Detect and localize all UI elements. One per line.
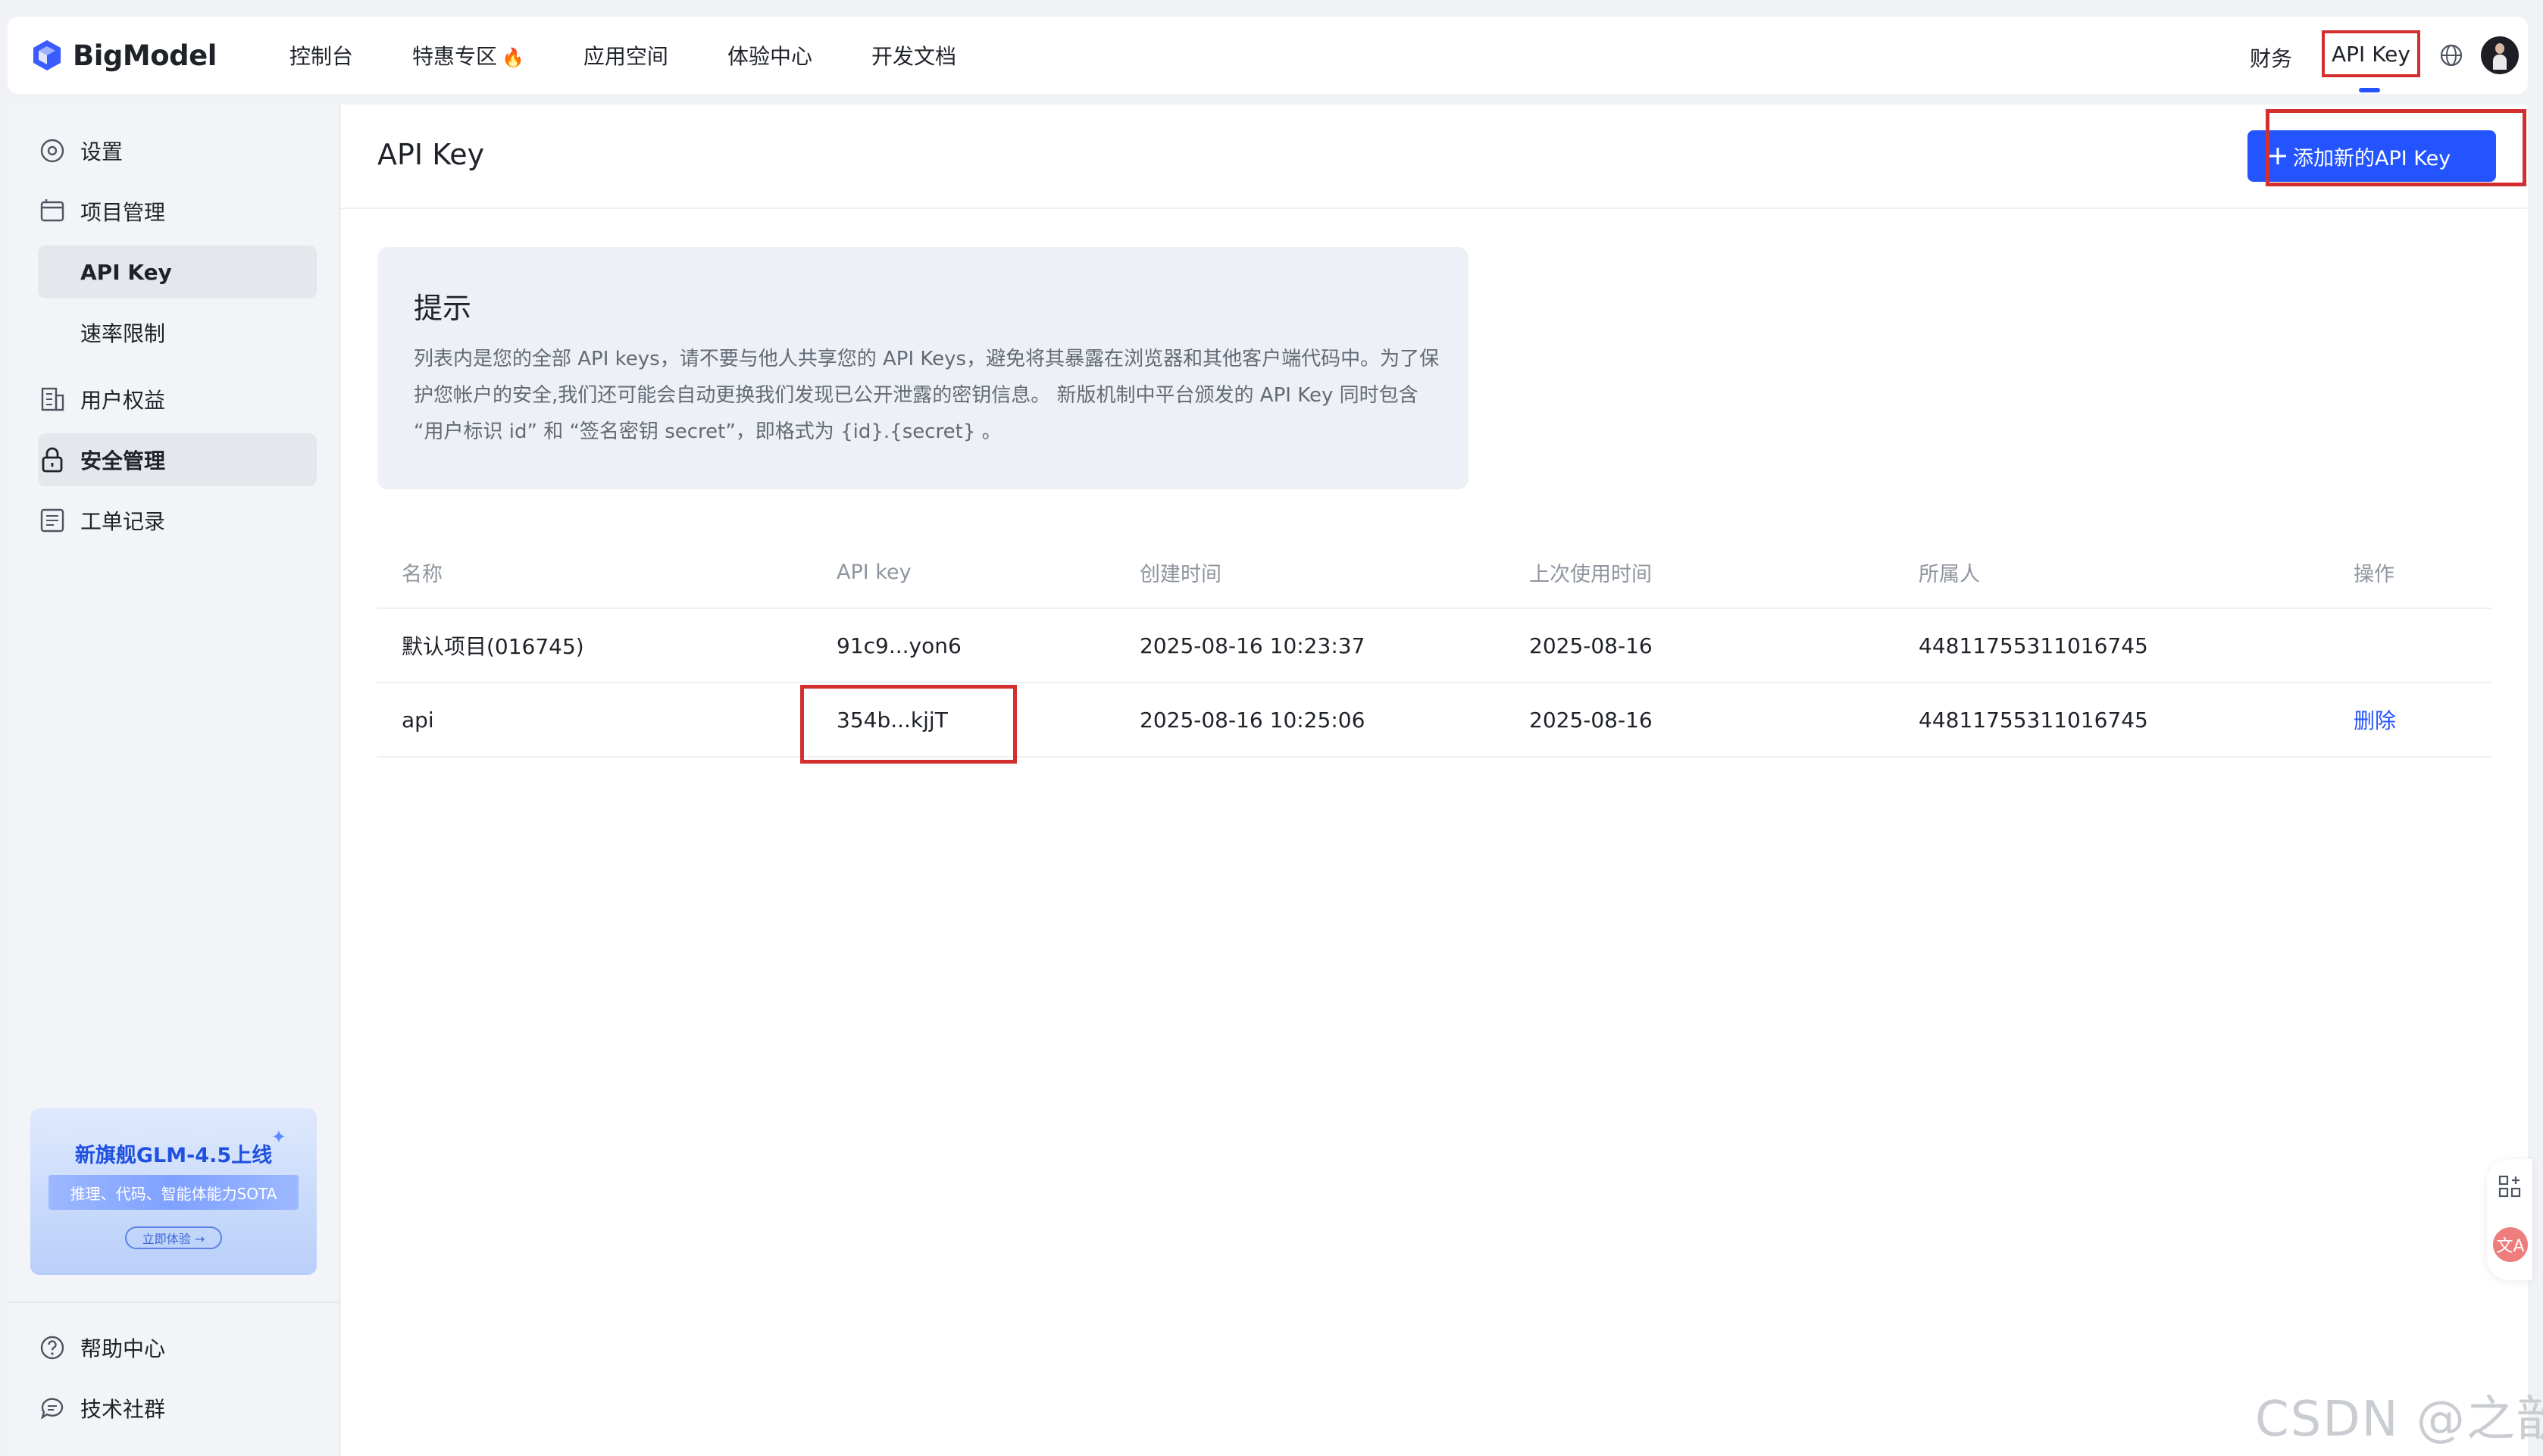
sidebar-item-security[interactable]: 安全管理 — [38, 433, 165, 486]
active-nav-indicator — [2359, 88, 2380, 92]
cell-last-used: 2025-08-16 — [1529, 707, 1653, 733]
cell-last-used: 2025-08-16 — [1529, 633, 1653, 658]
promo-try-button[interactable]: 立即体验 → — [125, 1226, 222, 1249]
sidebar-subitem-api-key[interactable]: API Key — [38, 245, 317, 298]
cell-created: 2025-08-16 10:23:37 — [1140, 633, 1365, 658]
add-widget-icon[interactable] — [2498, 1174, 2522, 1198]
col-header-owner: 所属人 — [1919, 562, 1980, 586]
avatar[interactable] — [2481, 36, 2519, 74]
cell-name: api — [402, 707, 434, 733]
col-header-actions: 操作 — [2354, 562, 2394, 586]
globe-icon[interactable] — [2438, 42, 2464, 68]
chat-icon — [40, 1398, 64, 1420]
sidebar-item-label: 项目管理 — [80, 200, 166, 225]
cell-api-key[interactable]: 354b...kjjT — [837, 683, 948, 756]
promo-subtitle: 推理、代码、智能体能力SOTA — [48, 1175, 299, 1210]
nav-app-space-label: 应用空间 — [583, 44, 668, 69]
sidebar-item-label: 工单记录 — [80, 509, 166, 534]
sidebar-item-label: 安全管理 — [80, 448, 166, 473]
translate-icon[interactable]: 文A — [2493, 1227, 2528, 1262]
sidebar-item-label: 用户权益 — [80, 388, 166, 413]
ticket-icon — [40, 508, 64, 533]
main-nav: 控制台 特惠专区 🔥 应用空间 体验中心 开发文档 — [289, 17, 1015, 94]
api-key-table: 名称 API key 创建时间 上次使用时间 所属人 操作 默认项目(01674… — [377, 536, 2491, 758]
nav-dev-docs[interactable]: 开发文档 — [871, 40, 956, 70]
sidebar-item-tickets[interactable]: 工单记录 — [38, 494, 165, 547]
sidebar: 设置 项目管理 API Key 速率限制 用户权益 安全管理 工单记录 新旗舰G… — [8, 105, 339, 1456]
sidebar-item-label: 技术社群 — [80, 1397, 166, 1422]
avatar-face — [2495, 43, 2504, 54]
top-navbar: BigModel 控制台 特惠专区 🔥 应用空间 体验中心 开发文档 财务 API… — [8, 17, 2528, 94]
page-title: API Key — [377, 138, 485, 171]
help-icon — [40, 1336, 64, 1360]
sidebar-item-help[interactable]: 帮助中心 — [38, 1321, 165, 1374]
brand-logo[interactable]: BigModel — [30, 35, 217, 76]
nav-deals[interactable]: 特惠专区 🔥 — [412, 40, 524, 70]
col-header-name: 名称 — [402, 562, 443, 586]
add-api-key-button[interactable]: 添加新的API Key — [2247, 130, 2496, 182]
table-header: 名称 API key 创建时间 上次使用时间 所属人 操作 — [377, 536, 2491, 609]
floating-toolbar: 文A — [2487, 1159, 2532, 1280]
folder-icon — [40, 199, 64, 222]
sidebar-divider — [8, 1301, 339, 1303]
brand-name: BigModel — [73, 39, 217, 72]
delete-link[interactable]: 删除 — [2354, 683, 2396, 756]
settings-icon — [40, 139, 64, 163]
cell-name: 默认项目(016745) — [402, 634, 584, 659]
sidebar-item-label: 设置 — [80, 139, 124, 164]
tip-body: 列表内是您的全部 API keys，请不要与他人共享您的 API Keys，避免… — [414, 348, 1440, 443]
nav-deals-label: 特惠专区 — [412, 44, 498, 69]
nav-docs-label: 开发文档 — [871, 44, 956, 69]
avatar-body — [2493, 55, 2507, 70]
tip-panel: 提示 列表内是您的全部 API keys，请不要与他人共享您的 API Keys… — [377, 247, 1469, 489]
promo-banner[interactable]: 新旗舰GLM-4.5上线 ✦ 推理、代码、智能体能力SOTA 立即体验 → — [30, 1108, 317, 1275]
cell-owner: 44811755311016745 — [1919, 707, 2148, 733]
sidebar-item-user-benefits[interactable]: 用户权益 — [38, 373, 165, 426]
table-row: 默认项目(016745) 91c9...yon6 2025-08-16 10:2… — [377, 609, 2491, 683]
col-header-api-key: API key — [837, 560, 912, 584]
nav-finance[interactable]: 财务 — [2250, 42, 2292, 73]
lock-icon — [42, 447, 63, 473]
fire-icon: 🔥 — [502, 47, 524, 68]
tip-title: 提示 — [414, 292, 472, 325]
nav-experience-label: 体验中心 — [727, 44, 812, 69]
nav-experience-center[interactable]: 体验中心 — [727, 40, 812, 70]
sidebar-item-settings[interactable]: 设置 — [38, 124, 123, 177]
nav-api-key[interactable]: API Key — [2322, 30, 2420, 77]
header-divider — [341, 208, 2528, 209]
building-icon — [41, 387, 64, 411]
col-header-last-used: 上次使用时间 — [1529, 562, 1652, 586]
bigmodel-logo-icon — [33, 40, 61, 70]
add-api-key-label: 添加新的API Key — [2293, 146, 2451, 170]
sidebar-item-community[interactable]: 技术社群 — [38, 1382, 165, 1435]
table-row: api 354b...kjjT 2025-08-16 10:25:06 2025… — [377, 683, 2491, 758]
sparkle-icon: ✦ — [271, 1126, 286, 1148]
cell-created: 2025-08-16 10:25:06 — [1140, 707, 1365, 733]
plus-icon — [2269, 148, 2286, 164]
nav-console[interactable]: 控制台 — [289, 40, 353, 70]
main-content: API Key 添加新的API Key 提示 列表内是您的全部 API keys… — [341, 105, 2528, 1456]
watermark: CSDN @之歆 — [2255, 1392, 2543, 1448]
sidebar-item-projects[interactable]: 项目管理 — [38, 185, 165, 238]
sidebar-item-label: 帮助中心 — [80, 1336, 166, 1361]
cell-api-key[interactable]: 91c9...yon6 — [837, 609, 962, 682]
col-header-created: 创建时间 — [1140, 562, 1221, 586]
nav-console-label: 控制台 — [289, 44, 354, 69]
sidebar-subitem-rate-limit[interactable]: 速率限制 — [38, 306, 317, 359]
cell-owner: 44811755311016745 — [1919, 633, 2148, 658]
nav-app-space[interactable]: 应用空间 — [583, 40, 668, 70]
